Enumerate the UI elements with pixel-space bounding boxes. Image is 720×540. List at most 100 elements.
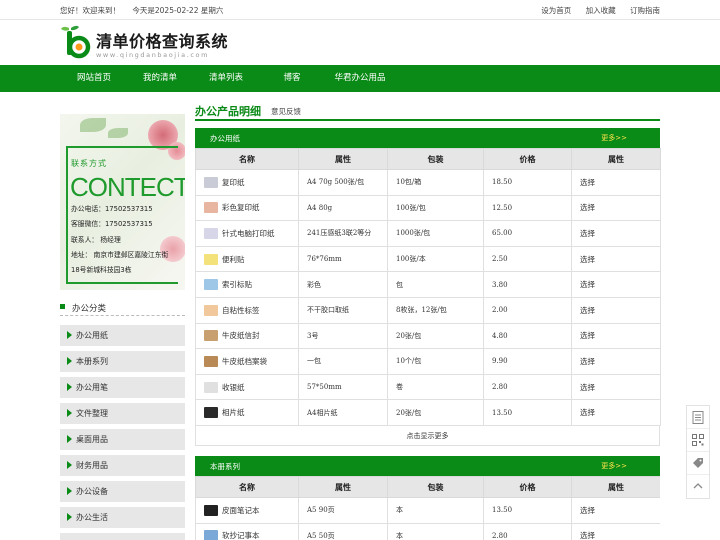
category-item-label: 财务用品 bbox=[76, 461, 108, 470]
section-office-paper: 办公用纸 更多>> 名称 属性 包装 价格 属性 复印纸 A4 70g 500张/… bbox=[195, 128, 661, 450]
select-button[interactable]: 选择 bbox=[571, 271, 661, 298]
qrcode-icon[interactable] bbox=[687, 429, 709, 452]
tag-icon[interactable] bbox=[687, 452, 709, 475]
category-item-label: 办公设备 bbox=[76, 487, 108, 496]
product-price: 4.80 bbox=[483, 322, 572, 350]
category-item-filing[interactable]: 文件整理 bbox=[60, 403, 185, 424]
product-attr: 彩色 bbox=[298, 271, 388, 298]
select-button[interactable]: 选择 bbox=[571, 296, 661, 324]
document-icon[interactable] bbox=[687, 406, 709, 429]
contact-banner: 联系方式 CONTECT 办公电话：17502537315 客服微信：17502… bbox=[60, 114, 185, 290]
product-name[interactable]: 软抄记事本 bbox=[222, 531, 260, 540]
product-name[interactable]: 索引标贴 bbox=[222, 280, 252, 289]
product-thumbnail-icon bbox=[204, 381, 218, 393]
table-row: 复印纸 A4 70g 500张/包 10包/箱 18.50 选择 bbox=[195, 169, 661, 196]
product-name[interactable]: 彩色复印纸 bbox=[222, 203, 260, 212]
main-nav: 网站首页 我的清单 清单列表 博客 华君办公用品 bbox=[0, 65, 720, 92]
select-button[interactable]: 选择 bbox=[571, 522, 660, 540]
product-price: 13.50 bbox=[483, 399, 572, 426]
product-attr: 241压感纸3联2等分 bbox=[298, 220, 388, 247]
table-row: 彩色复印纸 A4 80g 100张/包 12.50 选择 bbox=[195, 194, 661, 222]
product-thumbnail-icon bbox=[204, 504, 218, 516]
product-name[interactable]: 皮面笔记本 bbox=[222, 506, 260, 515]
nav-my-list[interactable]: 我的清单 bbox=[128, 65, 192, 92]
product-name[interactable]: 牛皮纸信封 bbox=[222, 331, 260, 340]
product-pack: 100张/包 bbox=[387, 194, 484, 222]
select-button[interactable]: 选择 bbox=[571, 348, 661, 375]
select-button[interactable]: 选择 bbox=[571, 194, 661, 222]
product-name[interactable]: 便利贴 bbox=[222, 255, 245, 264]
category-item-pens[interactable]: 办公用笔 bbox=[60, 377, 185, 398]
triangle-right-icon bbox=[67, 331, 72, 339]
category-item-label: 文件整理 bbox=[76, 409, 108, 418]
select-button[interactable]: 选择 bbox=[571, 322, 661, 350]
product-name-cell: 软抄记事本 bbox=[195, 522, 299, 540]
product-pack: 包 bbox=[387, 271, 484, 298]
product-attr: A4 80g bbox=[298, 194, 388, 222]
select-button[interactable]: 选择 bbox=[571, 169, 661, 196]
category-item-finance[interactable]: 财务用品 bbox=[60, 455, 185, 476]
select-button[interactable]: 选择 bbox=[571, 497, 660, 524]
product-name-cell: 收银纸 bbox=[195, 373, 299, 401]
select-button[interactable]: 选择 bbox=[571, 245, 661, 273]
product-thumbnail-icon bbox=[204, 279, 218, 291]
show-more-button[interactable]: 点击显示更多 bbox=[195, 426, 660, 446]
product-table: 名称 属性 包装 价格 属性 皮面笔记本 A5 90页本 13.50 选择 软抄记事本 A… bbox=[195, 476, 660, 540]
category-item-desk-supplies[interactable]: 桌面用品 bbox=[60, 429, 185, 450]
top-bar-links: 设为首页 加入收藏 订购指南 bbox=[529, 5, 660, 16]
product-thumbnail-icon bbox=[204, 227, 218, 239]
table-row: 牛皮纸信封 3号 20张/包 4.80 选择 bbox=[195, 322, 661, 350]
product-name[interactable]: 相片纸 bbox=[222, 408, 245, 417]
col-name: 名称 bbox=[195, 476, 299, 498]
category-item-partial[interactable] bbox=[60, 533, 185, 540]
product-price: 2.00 bbox=[483, 296, 572, 324]
nav-home[interactable]: 网站首页 bbox=[60, 65, 128, 92]
product-attr: A4 70g 500张/包 bbox=[298, 169, 388, 196]
more-link[interactable]: 更多>> bbox=[601, 133, 627, 143]
product-name[interactable]: 针式电脑打印纸 bbox=[222, 229, 275, 238]
back-to-top-icon[interactable] bbox=[687, 475, 709, 498]
col-attr: 属性 bbox=[298, 476, 388, 498]
site-title: 清单价格查询系统 bbox=[96, 32, 229, 51]
feedback-link[interactable]: 意见反馈 bbox=[271, 106, 301, 117]
select-button[interactable]: 选择 bbox=[571, 220, 661, 247]
add-favorite-link[interactable]: 加入收藏 bbox=[586, 6, 616, 15]
banner-contact-person: 联系人： 杨经理 bbox=[71, 236, 121, 244]
product-price: 65.00 bbox=[483, 220, 572, 247]
triangle-right-icon bbox=[67, 409, 72, 417]
table-row: 便利贴 76*76mm 100张/本 2.50 选择 bbox=[195, 245, 661, 273]
product-name-cell: 索引标贴 bbox=[195, 271, 299, 298]
select-button[interactable]: 选择 bbox=[571, 373, 661, 401]
product-pack: 本 bbox=[387, 522, 484, 540]
category-item-living[interactable]: 办公生活 bbox=[60, 507, 185, 528]
category-item-equipment[interactable]: 办公设备 bbox=[60, 481, 185, 502]
product-name[interactable]: 牛皮纸档案袋 bbox=[222, 357, 267, 366]
product-price: 2.80 bbox=[483, 522, 572, 540]
col-pack: 包装 bbox=[387, 476, 484, 498]
site-domain: www.qingdanbaojia.com bbox=[96, 51, 210, 59]
product-name-cell: 彩色复印纸 bbox=[195, 194, 299, 222]
product-pack: 10个/包 bbox=[387, 348, 484, 375]
nav-list-index[interactable]: 清单列表 bbox=[196, 65, 256, 92]
category-item-label: 本册系列 bbox=[76, 357, 108, 366]
triangle-right-icon bbox=[67, 487, 72, 495]
category-item-label: 办公用纸 bbox=[76, 331, 108, 340]
nav-huajun-office[interactable]: 华君办公用品 bbox=[328, 65, 392, 92]
product-name[interactable]: 收银纸 bbox=[222, 383, 245, 392]
product-pack: 100张/本 bbox=[387, 245, 484, 273]
product-attr: 57*50mm bbox=[298, 373, 388, 401]
more-link[interactable]: 更多>> bbox=[601, 461, 627, 471]
product-name[interactable]: 自粘性标签 bbox=[222, 306, 260, 315]
select-button[interactable]: 选择 bbox=[571, 399, 661, 426]
set-homepage-link[interactable]: 设为首页 bbox=[541, 6, 571, 15]
category-item-notebooks[interactable]: 本册系列 bbox=[60, 351, 185, 372]
order-guide-link[interactable]: 订购指南 bbox=[630, 6, 660, 15]
product-name[interactable]: 复印纸 bbox=[222, 178, 245, 187]
product-pack: 20张/包 bbox=[387, 322, 484, 350]
product-pack: 1000张/包 bbox=[387, 220, 484, 247]
category-item-office-paper[interactable]: 办公用纸 bbox=[60, 325, 185, 346]
nav-blog[interactable]: 博客 bbox=[270, 65, 314, 92]
floating-toolbar bbox=[686, 405, 710, 499]
logo-icon[interactable] bbox=[60, 24, 94, 60]
product-name-cell: 牛皮纸信封 bbox=[195, 322, 299, 350]
